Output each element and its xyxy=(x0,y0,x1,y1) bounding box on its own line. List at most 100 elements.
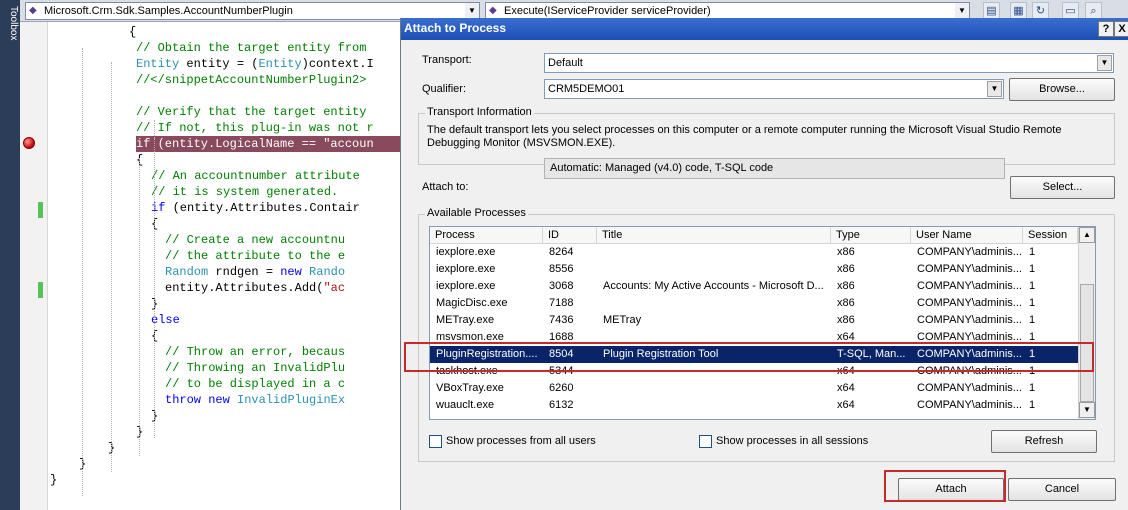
code-line[interactable]: entity.Attributes.Add("ac xyxy=(165,280,345,296)
process-cell-id: 3068 xyxy=(549,280,574,292)
code-line[interactable]: // Verify that the target entity xyxy=(136,104,366,120)
indent-guide xyxy=(111,62,112,472)
code-token: // An accountnumber attribute xyxy=(151,169,360,183)
process-row[interactable]: VBoxTray.exe 6260 x64 COMPANY\adminis... 1 xyxy=(430,380,1078,397)
column-header-user-name[interactable]: User Name xyxy=(911,227,1023,244)
indent-guide xyxy=(82,48,83,496)
code-token: if (entity.LogicalName == "accoun xyxy=(136,137,374,151)
code-line[interactable]: // it is system generated. xyxy=(151,184,338,200)
process-list-scrollbar[interactable]: ▲ ▼ xyxy=(1078,227,1095,419)
transport-select[interactable]: Default ▼ xyxy=(544,53,1114,73)
close-button[interactable]: X xyxy=(1114,21,1128,37)
code-line[interactable]: // An accountnumber attribute xyxy=(151,168,360,184)
code-line[interactable]: // Throwing an InvalidPlu xyxy=(165,360,345,376)
code-token: (entity.Attributes.Contair xyxy=(165,201,360,215)
process-row[interactable]: taskhost.exe 5344 x64 COMPANY\adminis... 1 xyxy=(430,363,1078,380)
process-cell-process: taskhost.exe xyxy=(436,365,498,377)
code-line[interactable]: Entity entity = (Entity)context.I xyxy=(136,56,374,72)
toolbox-label[interactable]: Toolbox xyxy=(1,6,19,40)
breakpoint-icon[interactable] xyxy=(23,137,35,149)
column-header-session[interactable]: Session xyxy=(1023,227,1078,244)
dialog-titlebar[interactable]: Attach to Process ? X xyxy=(401,18,1128,40)
process-row[interactable]: iexplore.exe 3068 Accounts: My Active Acco… xyxy=(430,278,1078,295)
class-icon: ◆ xyxy=(29,5,37,16)
code-line[interactable]: // the attribute to the e xyxy=(165,248,345,264)
column-header-type[interactable]: Type xyxy=(831,227,911,244)
chevron-down-icon[interactable]: ▼ xyxy=(955,3,969,19)
code-line[interactable]: // to be displayed in a c xyxy=(165,376,345,392)
code-line[interactable]: // If not, this plug-in was not r xyxy=(136,120,374,136)
help-button[interactable]: ? xyxy=(1098,21,1114,37)
code-line-breakpoint[interactable]: if (entity.LogicalName == "accoun xyxy=(136,136,400,152)
process-row[interactable]: iexplore.exe 8264 x86 COMPANY\adminis... 1 xyxy=(430,244,1078,261)
code-line[interactable]: //</snippetAccountNumberPlugin2> xyxy=(136,72,366,88)
indent-guide xyxy=(154,120,155,438)
process-cell-session: 1 xyxy=(1029,382,1036,394)
transport-information-text: The default transport lets you select pr… xyxy=(427,124,1062,149)
process-cell-session: 1 xyxy=(1029,365,1036,377)
chevron-down-icon[interactable]: ▼ xyxy=(465,3,479,19)
class-view-icon[interactable]: ▤ xyxy=(983,2,1000,19)
process-cell-session: 1 xyxy=(1029,399,1036,411)
show-all-sessions-label[interactable]: Show processes in all sessions xyxy=(716,435,868,447)
attach-to-field: Automatic: Managed (v4.0) code, T-SQL co… xyxy=(544,158,1005,179)
process-list[interactable]: Process ID Title Type User Name Session … xyxy=(429,226,1096,420)
code-token: // Verify that the target entity xyxy=(136,105,367,119)
code-line[interactable]: else xyxy=(151,312,180,328)
process-cell-type: x86 xyxy=(837,246,855,258)
process-cell-user: COMPANY\adminis... xyxy=(917,365,1022,377)
column-header-title[interactable]: Title xyxy=(597,227,831,244)
code-token: // Obtain the target entity from xyxy=(136,41,367,55)
process-row[interactable]: iexplore.exe 8556 x86 COMPANY\adminis... 1 xyxy=(430,261,1078,278)
process-cell-process: wuauclt.exe xyxy=(436,399,495,411)
show-all-users-checkbox[interactable] xyxy=(429,435,442,448)
code-token: entity.Attributes.Add( xyxy=(165,281,324,295)
qualifier-select[interactable]: CRM5DEMO01 ▼ xyxy=(544,79,1004,99)
code-token: entity = ( xyxy=(179,57,259,71)
code-token: // Create a new accountnu xyxy=(165,233,346,247)
properties-icon[interactable]: ▦ xyxy=(1010,2,1027,19)
refresh-icon[interactable]: ↻ xyxy=(1032,2,1049,19)
code-token: throw xyxy=(165,393,202,407)
scroll-up-icon[interactable]: ▲ xyxy=(1079,227,1095,243)
toolbox-strip[interactable]: Toolbox xyxy=(0,0,20,510)
process-cell-user: COMPANY\adminis... xyxy=(917,399,1022,411)
code-token: Entity xyxy=(136,57,180,71)
process-cell-id: 1688 xyxy=(549,331,574,343)
code-line[interactable]: // Throw an error, becaus xyxy=(165,344,345,360)
document-icon[interactable]: ▭ xyxy=(1062,2,1079,19)
select-button[interactable]: Select... xyxy=(1010,176,1115,199)
process-row[interactable]: msvsmon.exe 1688 x64 COMPANY\adminis... 1 xyxy=(430,329,1078,346)
process-row[interactable]: METray.exe 7436 METray x86 COMPANY\adminis..… xyxy=(430,312,1078,329)
code-line[interactable]: // Obtain the target entity from xyxy=(136,40,366,56)
code-line[interactable]: Random rndgen = new Rando xyxy=(165,264,345,280)
attach-button[interactable]: Attach xyxy=(898,478,1004,501)
process-cell-process: MagicDisc.exe xyxy=(436,297,508,309)
transport-information-title: Transport Information xyxy=(425,106,534,118)
code-editor[interactable]: {// Obtain the target entity from Entity … xyxy=(50,22,400,510)
column-header-process[interactable]: Process xyxy=(430,227,543,244)
process-row[interactable]: MagicDisc.exe 7188 x86 COMPANY\adminis... 1 xyxy=(430,295,1078,312)
column-header-id[interactable]: ID xyxy=(543,227,597,244)
code-line[interactable]: } xyxy=(50,472,57,488)
code-line[interactable]: if (entity.Attributes.Contair xyxy=(151,200,360,216)
show-all-users-label[interactable]: Show processes from all users xyxy=(446,435,596,447)
cancel-button[interactable]: Cancel xyxy=(1008,478,1116,501)
code-token: Entity xyxy=(258,57,302,71)
process-row[interactable]: wuauclt.exe 6132 x64 COMPANY\adminis... 1 xyxy=(430,397,1078,414)
outline-icon[interactable]: ⌕ xyxy=(1085,2,1102,19)
method-icon: ◆ xyxy=(489,5,497,16)
chevron-down-icon[interactable]: ▼ xyxy=(987,81,1002,97)
chevron-down-icon[interactable]: ▼ xyxy=(1097,55,1112,71)
process-row-selected[interactable]: PluginRegistration.... 8504 Plugin Registr… xyxy=(430,346,1078,363)
editor-margin[interactable] xyxy=(20,22,48,510)
code-line[interactable]: throw new InvalidPluginEx xyxy=(165,392,345,408)
code-line[interactable]: { xyxy=(129,24,136,40)
code-token: // Throwing an InvalidPlu xyxy=(165,361,346,375)
refresh-button[interactable]: Refresh xyxy=(991,430,1097,453)
browse-button[interactable]: Browse... xyxy=(1009,78,1115,101)
scrollbar-thumb[interactable] xyxy=(1080,284,1094,402)
show-all-sessions-checkbox[interactable] xyxy=(699,435,712,448)
code-line[interactable]: // Create a new accountnu xyxy=(165,232,345,248)
scroll-down-icon[interactable]: ▼ xyxy=(1079,402,1095,418)
